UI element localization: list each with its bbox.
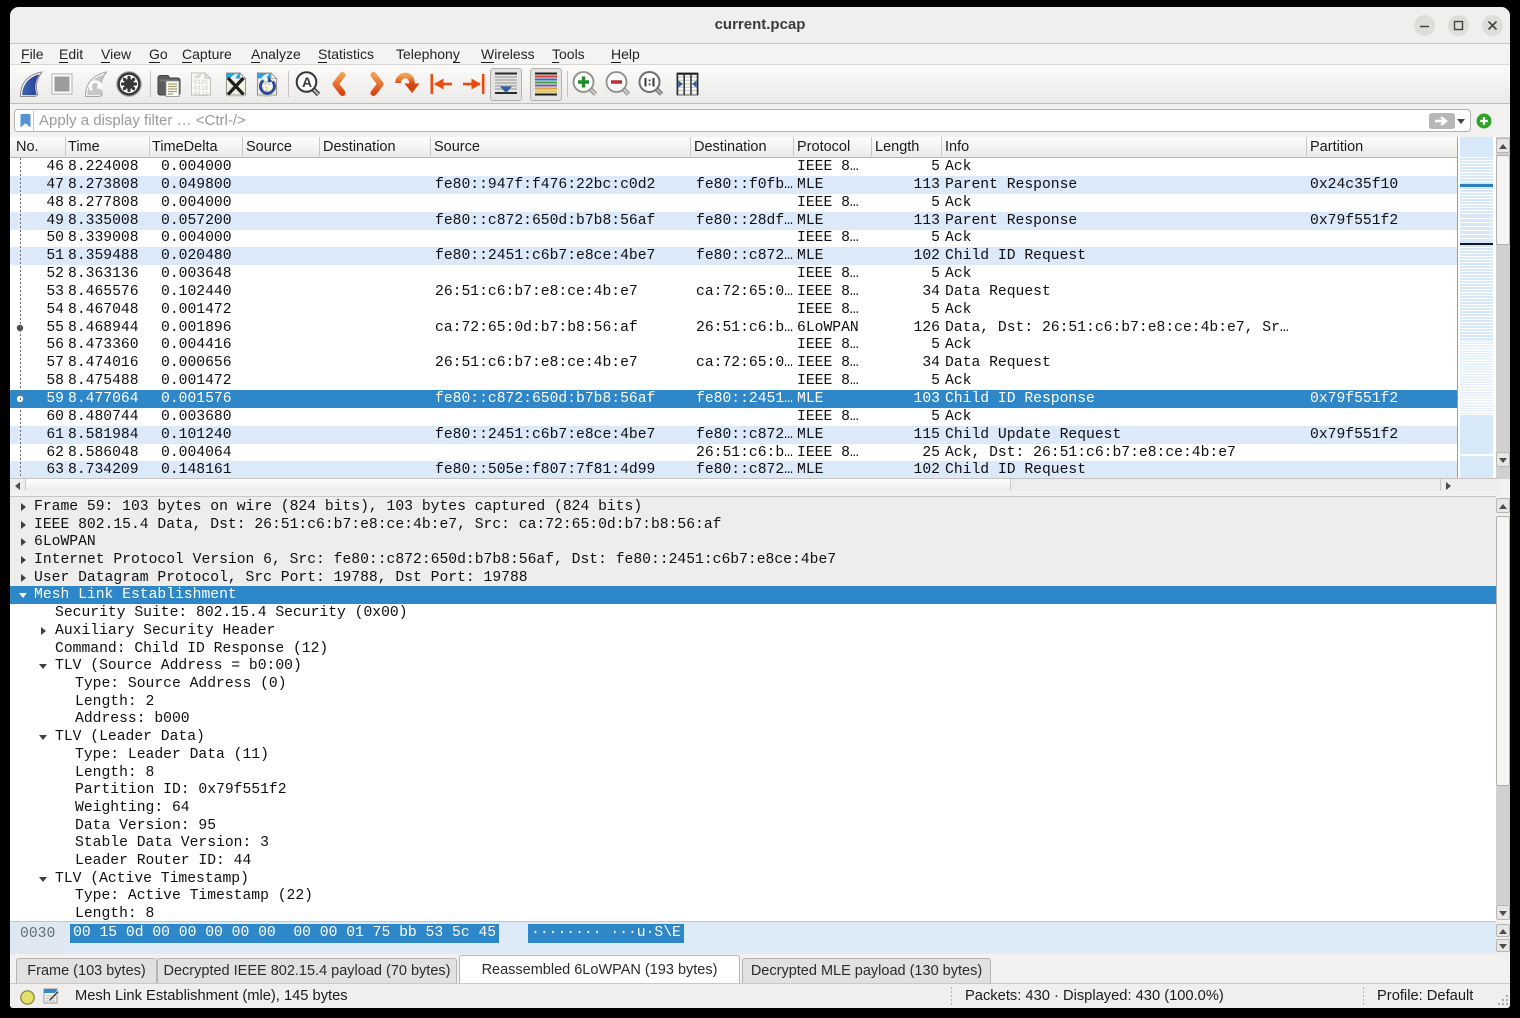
svg-text:A: A	[302, 74, 312, 90]
svg-text:0111: 0111	[194, 91, 209, 98]
